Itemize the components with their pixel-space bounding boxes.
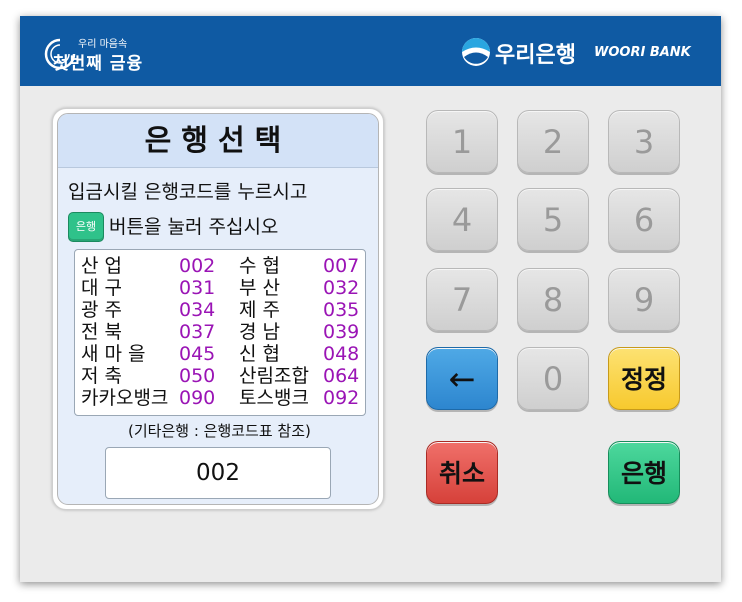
bank-code: 064: [323, 365, 360, 387]
panel-title: 은행선택: [58, 114, 378, 168]
bank-name: 카카오뱅크: [81, 387, 169, 409]
key-5[interactable]: 5: [517, 188, 589, 251]
bank-code-row: 대 구 031 부 산 032: [75, 277, 365, 299]
bank-code-row: 저 축 050 산림조합 064: [75, 365, 365, 387]
bank-code-table: 산 업 002 수 협 007 대 구 031 부 산 032 광 주 034: [74, 249, 366, 416]
bank-code-row: 전 북 037 경 남 039: [75, 321, 365, 343]
bank-name: 광 주: [81, 299, 122, 321]
bank-code: 048: [323, 343, 360, 365]
bank-code: 090: [179, 387, 216, 409]
key-6[interactable]: 6: [608, 188, 680, 251]
bank-name: 부 산: [239, 277, 280, 299]
atm-screen: 우리 마음속 첫번째 금융 우리은행 WOORI BANK 은행선택 입금시킬 …: [20, 16, 721, 582]
bank-select-panel-inner: 은행선택 입금시킬 은행코드를 누르시고 은행 버튼을 눌러 주십시오 산 업 …: [57, 113, 379, 505]
bank-code-row: 새 마 을 045 신 협 048: [75, 343, 365, 365]
instruction-line-1: 입금시킬 은행코드를 누르시고: [68, 181, 308, 203]
bank-code: 092: [323, 387, 360, 409]
bank-code: 031: [179, 277, 216, 299]
key-4[interactable]: 4: [426, 188, 498, 251]
bank-code-row: 광 주 034 제 주 035: [75, 299, 365, 321]
instruction-line-2: 버튼을 눌러 주십시오: [109, 216, 279, 238]
bank-name: 대 구: [81, 277, 122, 299]
bank-code-row: 산 업 002 수 협 007: [75, 255, 365, 277]
bank-code-row: 카카오뱅크 090 토스뱅크 092: [75, 387, 365, 409]
bank-confirm-button[interactable]: 은행: [608, 441, 680, 504]
woori-bank-logo-icon: [462, 38, 490, 66]
bank-name: 전 북: [81, 321, 122, 343]
bank-code-input[interactable]: 002: [105, 447, 331, 499]
header-bar: 우리 마음속 첫번째 금융 우리은행 WOORI BANK: [20, 16, 721, 86]
bank-name: 제 주: [239, 299, 280, 321]
slogan-small-text: 우리 마음속: [78, 39, 128, 50]
bank-name: 산림조합: [239, 365, 309, 387]
key-7[interactable]: 7: [426, 268, 498, 331]
brand-name: 우리은행: [495, 43, 576, 68]
bank-name: 신 협: [239, 343, 280, 365]
bank-code: 039: [323, 321, 360, 343]
key-2[interactable]: 2: [517, 110, 589, 173]
bank-name: 새 마 을: [81, 343, 146, 365]
bank-name: 산 업: [81, 255, 122, 277]
bank-code: 034: [179, 299, 216, 321]
key-8[interactable]: 8: [517, 268, 589, 331]
key-3[interactable]: 3: [608, 110, 680, 173]
bank-code: 035: [323, 299, 360, 321]
slogan-main-text: 첫번째 금융: [53, 54, 144, 74]
bank-code: 050: [179, 365, 216, 387]
key-1[interactable]: 1: [426, 110, 498, 173]
bank-code: 002: [179, 255, 216, 277]
cancel-button[interactable]: 취소: [426, 441, 498, 504]
brand-name-english: WOORI BANK: [594, 45, 691, 60]
bank-name: 토스뱅크: [239, 387, 309, 409]
other-banks-note: (기타은행 : 은행코드표 참조): [128, 422, 311, 440]
bank-name: 저 축: [81, 365, 122, 387]
key-0[interactable]: 0: [517, 347, 589, 410]
correct-button[interactable]: 정정: [608, 347, 680, 410]
bank-select-panel: 은행선택 입금시킬 은행코드를 누르시고 은행 버튼을 눌러 주십시오 산 업 …: [52, 108, 384, 510]
bank-code: 037: [179, 321, 216, 343]
key-9[interactable]: 9: [608, 268, 680, 331]
bank-code: 007: [323, 255, 360, 277]
bank-name: 수 협: [239, 255, 280, 277]
bank-name: 경 남: [239, 321, 280, 343]
bank-button-hint: 은행: [68, 212, 104, 242]
backspace-button[interactable]: ←: [426, 347, 498, 410]
bank-code: 032: [323, 277, 360, 299]
bank-code: 045: [179, 343, 216, 365]
